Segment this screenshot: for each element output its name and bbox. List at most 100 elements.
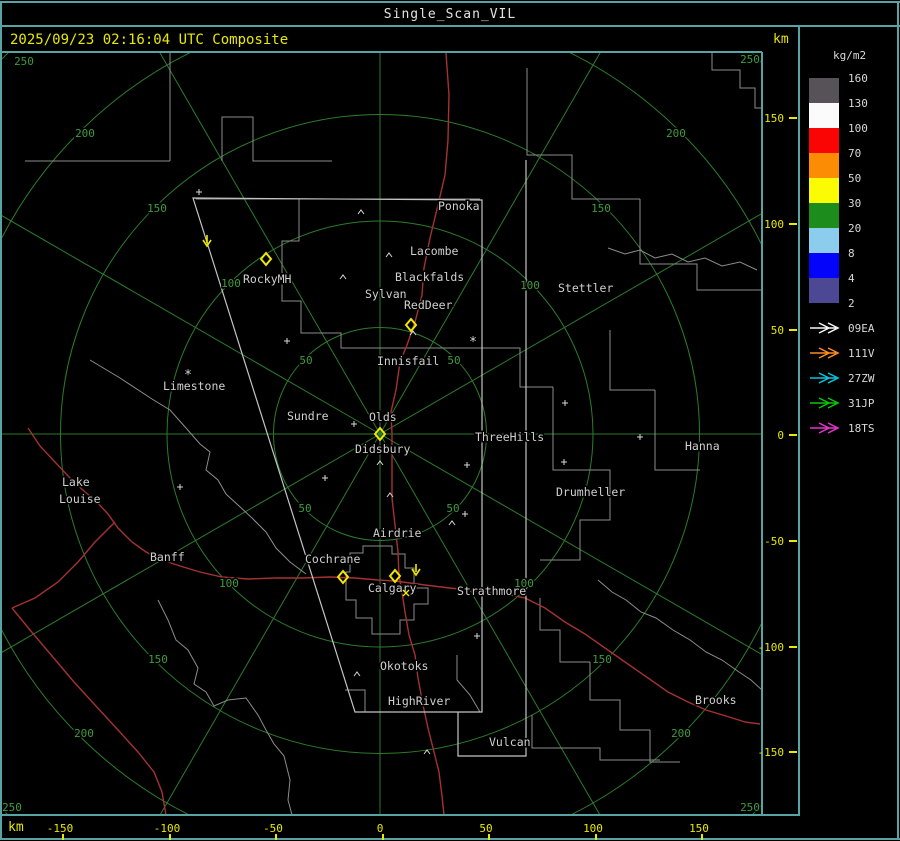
city-label-didsbury: Didsbury — [355, 442, 410, 456]
town-plus-marker — [562, 400, 568, 406]
radar-id-label: 18TS — [848, 422, 875, 435]
scan-area-outline — [457, 160, 527, 757]
ring-distance-label: 100 — [219, 577, 239, 590]
right-axis-label: -50 — [764, 535, 784, 548]
town-plus-marker — [177, 484, 183, 490]
radar-id-label: 31JP — [848, 397, 875, 410]
town-plus-marker — [462, 511, 468, 517]
county-boundary — [539, 598, 680, 763]
radar-id-arrow-icon — [810, 322, 840, 334]
highway-line — [11, 521, 116, 609]
city-label-reddeer: RedDeer — [404, 298, 453, 312]
legend-scale-value: 50 — [848, 172, 861, 185]
city-label-threehills: ThreeHills — [475, 430, 544, 444]
bottom-axis-label: 100 — [583, 822, 603, 835]
legend-scale-value: 160 — [848, 72, 868, 85]
legend-color-swatch — [809, 153, 839, 178]
ring-distance-label: 250 — [2, 801, 22, 814]
town-plus-marker — [637, 434, 643, 440]
county-boundary — [25, 53, 171, 162]
ring-distance-label: 200 — [666, 127, 686, 140]
ring-distance-label: 50 — [299, 354, 312, 367]
city-label-cochrane: Cochrane — [305, 552, 360, 566]
county-boundary — [607, 247, 758, 271]
highway-line — [11, 607, 167, 815]
city-label-innisfail: Innisfail — [377, 354, 439, 368]
city-label-lacombe: Lacombe — [410, 244, 459, 258]
ring-distance-label: 150 — [591, 202, 611, 215]
radial-line-210 — [159, 433, 381, 815]
city-label-lake: Lake — [62, 475, 90, 489]
radar-id-label: 27ZW — [848, 372, 875, 385]
radar-id-label: 111V — [848, 347, 875, 360]
radial-line-60 — [379, 212, 762, 435]
radar-id-arrow-icon — [810, 422, 840, 434]
radial-line-240 — [2, 433, 381, 653]
ring-distance-label: 200 — [671, 727, 691, 740]
radar-id-label: 09EA — [848, 322, 875, 335]
bottom-axis-label: 150 — [689, 822, 709, 835]
city-label-highriver: HighRiver — [388, 694, 450, 708]
legend-scale-value: 30 — [848, 197, 861, 210]
county-boundary — [597, 579, 762, 691]
right-axis-label: -100 — [758, 641, 785, 654]
ring-distance-label: 150 — [148, 653, 168, 666]
legend-color-swatch — [809, 203, 839, 228]
legend-scale-value: 70 — [848, 147, 861, 160]
ring-distance-label: 150 — [592, 653, 612, 666]
town-plus-marker — [464, 462, 470, 468]
ring-distance-label: 250 — [740, 53, 760, 66]
radar-id-arrow-icon — [810, 397, 840, 409]
bottom-axis-label: 50 — [479, 822, 492, 835]
radial-line-330 — [159, 53, 381, 435]
town-plus-marker — [351, 421, 357, 427]
right-axis-label: 0 — [777, 429, 784, 442]
city-label-ponoka: Ponoka — [438, 199, 480, 213]
legend-scale-value: 2 — [848, 297, 855, 310]
ring-distance-label: 50 — [446, 502, 459, 515]
legend-scale-value: 8 — [848, 247, 855, 260]
city-label-rockymh: RockyMH — [243, 272, 292, 286]
bottom-axis-label: -50 — [263, 822, 283, 835]
city-label-airdrie: Airdrie — [373, 526, 422, 540]
town-plus-marker — [561, 459, 567, 465]
legend-scale-value: 4 — [848, 272, 855, 285]
right-axis-label: -150 — [758, 746, 785, 759]
right-axis-label: 150 — [764, 112, 784, 125]
city-label-olds: Olds — [369, 410, 397, 424]
town-star-marker: * — [469, 335, 477, 350]
ring-distance-label: 100 — [520, 279, 540, 292]
city-label-okotoks: Okotoks — [380, 659, 428, 673]
city-label-louise: Louise — [59, 492, 101, 506]
city-label-drumheller: Drumheller — [556, 485, 625, 499]
city-label-vulcan: Vulcan — [489, 735, 531, 749]
town-caret-marker — [448, 520, 456, 526]
legend-color-swatch — [809, 178, 839, 203]
legend-color-swatch — [809, 128, 839, 153]
legend-scale-value: 20 — [848, 222, 861, 235]
right-axis-label: 100 — [764, 218, 784, 231]
city-label-sundre: Sundre — [287, 409, 329, 423]
city-label-calgary: Calgary — [368, 581, 417, 595]
ring-distance-label: 50 — [298, 502, 311, 515]
legend-scale-value: 130 — [848, 97, 868, 110]
legend-unit-label: kg/m2 — [833, 49, 866, 62]
legend-color-swatch — [809, 78, 839, 103]
legend-color-swatch — [809, 228, 839, 253]
bottom-axis-label: -100 — [154, 822, 181, 835]
bottom-axis-label: 0 — [377, 822, 384, 835]
radar-app-window: Single_Scan_VIL 2025/09/23 02:16:04 UTC … — [0, 0, 900, 841]
town-caret-marker — [339, 274, 347, 280]
ring-distance-label: 100 — [221, 277, 241, 290]
county-boundary — [531, 715, 660, 761]
radar-id-arrow-icon — [810, 347, 840, 359]
city-label-limestone: Limestone — [163, 379, 225, 393]
city-label-stettler: Stettler — [558, 281, 613, 295]
legend-color-swatch — [809, 253, 839, 278]
bottom-axis-label: -150 — [47, 822, 74, 835]
radar-site-diamond — [259, 251, 273, 267]
town-plus-marker — [196, 189, 202, 195]
county-boundary — [480, 347, 611, 561]
town-caret-marker — [353, 671, 361, 677]
legend-color-swatch — [809, 278, 839, 303]
